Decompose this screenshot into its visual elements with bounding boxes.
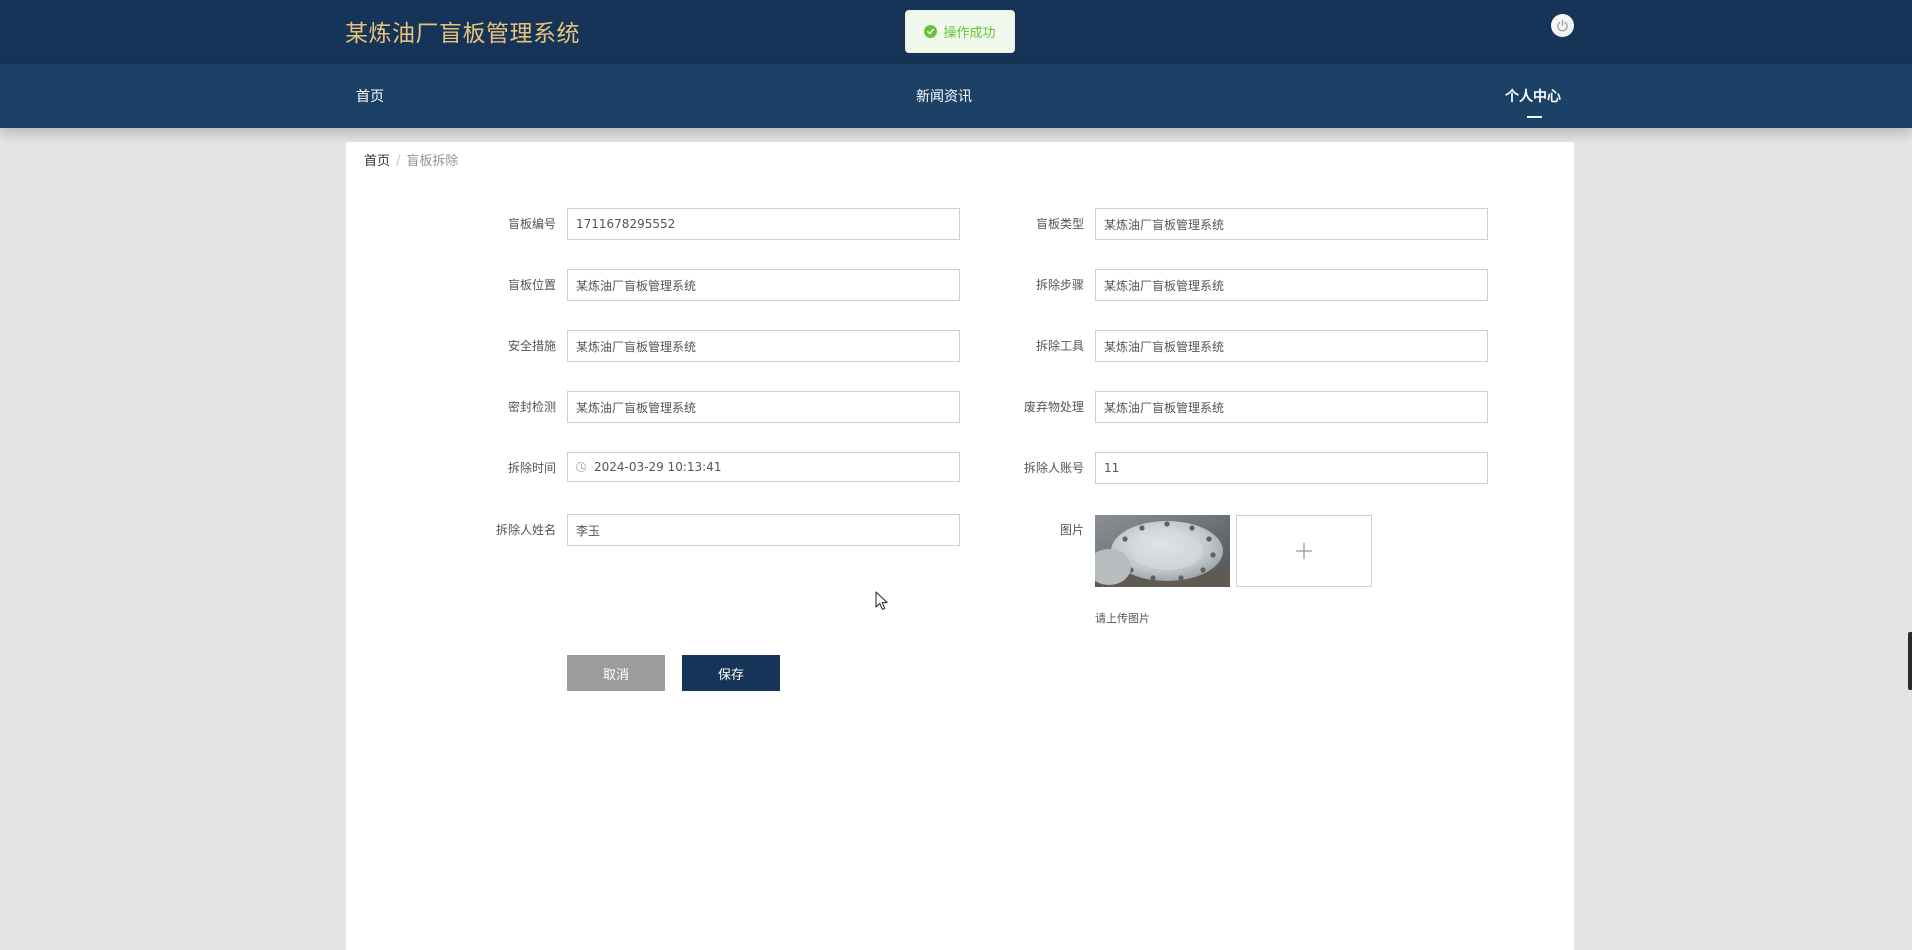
board-type-input[interactable]: 某炼油厂盲板管理系统 <box>1095 208 1488 240</box>
breadcrumb-home[interactable]: 首页 <box>364 154 390 169</box>
board-type-label: 盲板类型 <box>1035 217 1084 231</box>
safety-measures-input[interactable]: 某炼油厂盲板管理系统 <box>567 330 960 362</box>
removal-tools-label: 拆除工具 <box>1035 339 1084 353</box>
board-position-label: 盲板位置 <box>507 278 556 292</box>
breadcrumb: 首页 / 盲板拆除 <box>364 150 458 169</box>
waste-disposal-label: 废弃物处理 <box>1023 400 1084 414</box>
image-uploader[interactable] <box>1236 515 1372 587</box>
board-position-input[interactable]: 某炼油厂盲板管理系统 <box>567 269 960 301</box>
remover-name-label: 拆除人姓名 <box>495 523 556 537</box>
side-scroll-handle[interactable] <box>1908 632 1912 690</box>
check-circle-icon <box>924 25 938 38</box>
mouse-cursor-icon <box>875 591 888 610</box>
board-no-label: 盲板编号 <box>507 217 556 231</box>
save-button[interactable]: 保存 <box>682 655 780 691</box>
nav-active-indicator <box>1527 116 1542 118</box>
content-panel <box>346 142 1574 950</box>
nav-user-center[interactable]: 个人中心 <box>1505 86 1561 106</box>
seal-check-label: 密封检测 <box>507 400 556 414</box>
nav-home[interactable]: 首页 <box>356 86 384 106</box>
toast-message: 操作成功 <box>943 26 996 41</box>
logout-button[interactable] <box>1551 14 1574 37</box>
power-icon <box>1557 19 1568 32</box>
remover-name-input[interactable]: 李玉 <box>567 514 960 546</box>
flange-photo <box>1095 515 1230 587</box>
removal-steps-input[interactable]: 某炼油厂盲板管理系统 <box>1095 269 1488 301</box>
upload-tip: 请上传图片 <box>1095 612 1150 625</box>
breadcrumb-current: 盲板拆除 <box>406 154 459 169</box>
waste-disposal-input[interactable]: 某炼油厂盲板管理系统 <box>1095 391 1488 423</box>
plus-icon <box>1296 543 1312 559</box>
safety-measures-label: 安全措施 <box>507 339 556 353</box>
nav-news[interactable]: 新闻资讯 <box>916 86 972 106</box>
remover-account-label: 拆除人账号 <box>1023 461 1084 475</box>
removal-time-picker[interactable]: 2024-03-29 10:13:41 <box>567 452 960 482</box>
removal-time-label: 拆除时间 <box>507 461 556 475</box>
removal-tools-input[interactable]: 某炼油厂盲板管理系统 <box>1095 330 1488 362</box>
removal-time-value: 2024-03-29 10:13:41 <box>594 460 722 474</box>
success-toast: 操作成功 <box>905 10 1015 53</box>
uploaded-image-thumbnail[interactable] <box>1095 515 1230 587</box>
image-label: 图片 <box>1059 523 1084 537</box>
cancel-button[interactable]: 取消 <box>567 655 665 691</box>
removal-steps-label: 拆除步骤 <box>1035 278 1084 292</box>
app-title: 某炼油厂盲板管理系统 <box>345 21 580 47</box>
seal-check-input[interactable]: 某炼油厂盲板管理系统 <box>567 391 960 423</box>
main-nav: 首页 新闻资讯 个人中心 <box>0 64 1912 128</box>
breadcrumb-separator: / <box>396 154 401 169</box>
board-no-input[interactable]: 1711678295552 <box>567 208 960 240</box>
clock-icon <box>576 462 586 472</box>
remover-account-input[interactable]: 11 <box>1095 452 1488 484</box>
